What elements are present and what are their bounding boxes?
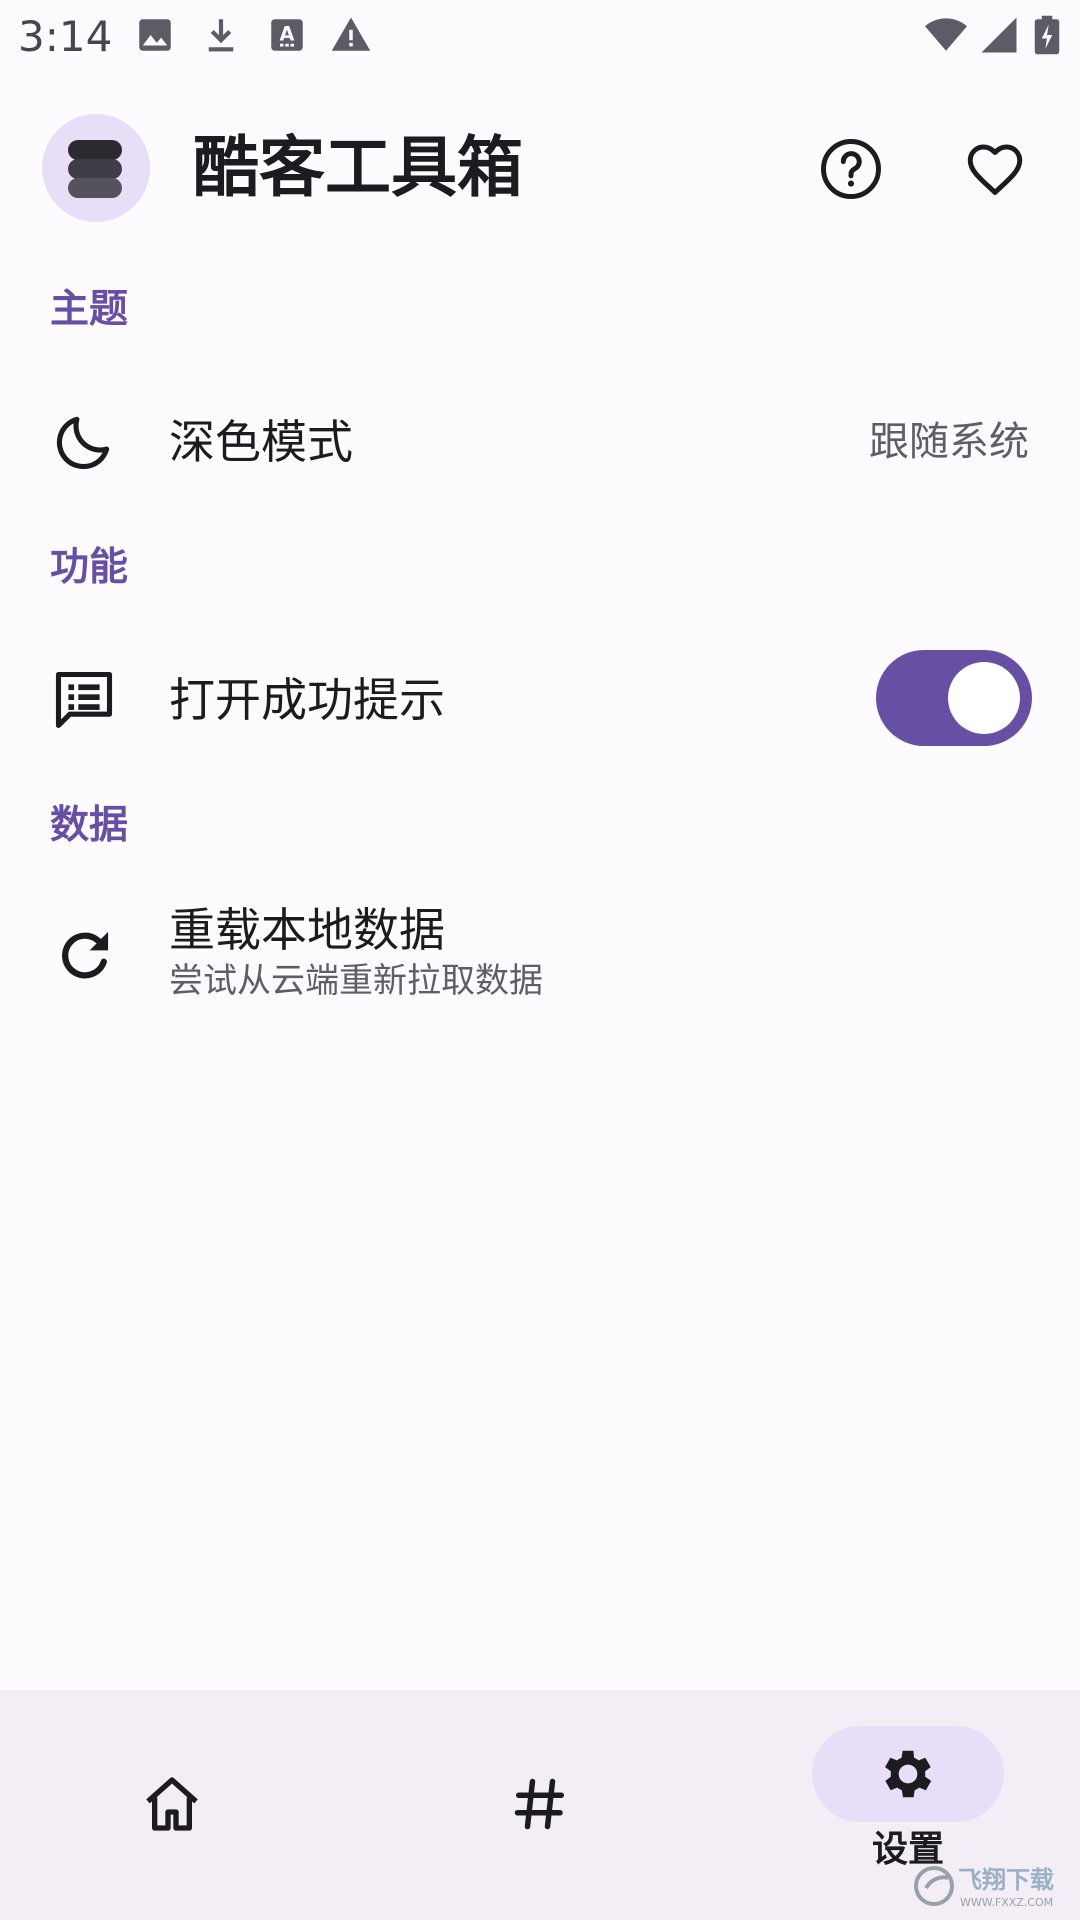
refresh-icon — [50, 922, 118, 990]
signal-icon — [978, 14, 1020, 56]
section-title-data: 数据 — [50, 803, 129, 848]
app-title: 酷客工具箱 — [193, 129, 523, 206]
dark-mode-value: 跟随系统 — [869, 419, 1029, 465]
gear-icon — [876, 1742, 940, 1806]
section-title-features: 功能 — [50, 545, 129, 590]
svg-text:A: A — [280, 22, 295, 45]
watermark-logo: 飞翔下载 WWW.FXXZ.COM — [912, 1858, 1072, 1912]
success-tip-toggle[interactable] — [876, 650, 1032, 746]
app-logo — [42, 114, 150, 222]
wifi-icon — [922, 14, 970, 56]
battery-charging-icon — [1030, 14, 1064, 56]
font-a-icon: A — [266, 14, 308, 56]
dark-mode-label: 深色模式 — [169, 415, 353, 469]
favorite-button[interactable] — [956, 130, 1034, 208]
app-header: 酷客工具箱 — [0, 100, 1080, 234]
svg-text:WWW.FXXZ.COM: WWW.FXXZ.COM — [960, 1896, 1053, 1909]
image-icon — [134, 14, 176, 56]
setting-row-dark-mode[interactable]: 深色模式 跟随系统 — [0, 390, 1080, 494]
status-time: 3:14 — [18, 12, 113, 61]
hashtag-icon — [510, 1774, 570, 1834]
toggle-knob — [948, 662, 1020, 734]
download-icon — [200, 14, 242, 56]
warning-icon — [330, 14, 372, 56]
svg-text:飞翔下载: 飞翔下载 — [958, 1866, 1054, 1894]
reload-subtitle: 尝试从云端重新拉取数据 — [169, 961, 543, 1001]
moon-icon — [50, 408, 118, 476]
status-bar: 3:14 A — [0, 0, 1080, 74]
success-tip-label: 打开成功提示 — [169, 673, 445, 727]
layers-icon — [68, 140, 122, 198]
home-icon — [140, 1772, 204, 1836]
section-title-theme: 主题 — [50, 287, 129, 332]
nav-item-home[interactable] — [72, 1690, 272, 1920]
reload-label: 重载本地数据 — [169, 903, 445, 957]
help-button[interactable] — [812, 130, 890, 208]
nav-item-tags[interactable] — [440, 1690, 640, 1920]
setting-row-reload[interactable]: 重载本地数据 尝试从云端重新拉取数据 — [0, 894, 1080, 1018]
nav-item-settings[interactable] — [812, 1726, 1004, 1822]
help-icon — [821, 139, 881, 199]
favorite-icon — [967, 144, 1023, 195]
setting-row-success-tip[interactable]: 打开成功提示 — [0, 644, 1080, 756]
message-icon — [50, 666, 118, 734]
